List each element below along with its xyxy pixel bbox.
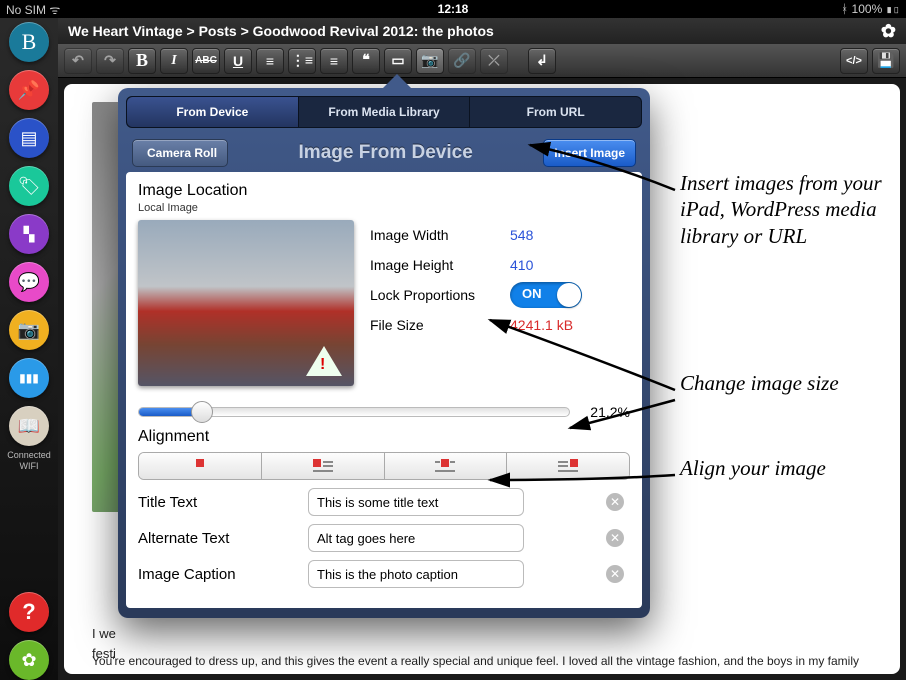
list-ul-button[interactable]: ⋮≡ [288,48,316,74]
annotation-size: Change image size [680,370,900,396]
annotation-insert: Insert images from your iPad, WordPress … [680,170,900,249]
source-tabs: From Device From Media Library From URL [126,96,642,128]
image-button[interactable]: 📷 [416,48,444,74]
alignment-label: Alignment [138,428,630,446]
underline-button[interactable]: U [224,48,252,74]
bold-button[interactable]: B [128,48,156,74]
list-ol-button[interactable]: ≡ [320,48,348,74]
no-sim: No SIM [6,3,46,17]
height-value[interactable]: 410 [510,257,533,273]
image-preview [138,220,354,386]
sidebar-item-camera[interactable]: 📷 [9,310,49,350]
image-insert-popover: From Device From Media Library From URL … [118,88,650,618]
sidebar-item-stats[interactable]: ▮▮▮ [9,358,49,398]
alt-text-input[interactable] [308,524,524,552]
clear-icon[interactable]: ✕ [606,565,624,583]
battery-icon: ▮▯ [886,2,900,16]
breadcrumb: We Heart Vintage > Posts > Goodwood Revi… [58,18,906,44]
editor-text-bottom: You're encouraged to dress up, and this … [92,652,872,670]
height-label: Image Height [370,257,510,273]
lock-proportions-toggle[interactable]: ON [510,282,582,308]
battery-pct: 100% [852,2,883,16]
sidebar: B 📌 ▤ 🏷 ▚ 💬 📷 ▮▮▮ 📖 Connected WIFI ? ✿ [0,18,58,680]
size-percent: 21.2% [570,404,630,420]
editor-toolbar: ↶ ↷ B I ABC U ≡ ⋮≡ ≡ ❝ ▭ 📷 🔗 ⤫ ↲ </> 💾 [58,44,906,78]
insert-image-button[interactable]: Insert Image [543,139,636,167]
align-left-button[interactable] [262,453,385,479]
sidebar-item-blog[interactable]: B [9,22,49,62]
bluetooth-icon: ᚼ [841,2,848,16]
sidebar-item-sitemap[interactable]: ▚ [9,214,49,254]
sidebar-item-pages[interactable]: ▤ [9,118,49,158]
more-button[interactable]: ▭ [384,48,412,74]
width-label: Image Width [370,227,510,243]
caption-input[interactable] [308,560,524,588]
tab-from-device[interactable]: From Device [127,97,299,127]
link-button[interactable]: 🔗 [448,48,476,74]
title-text-input[interactable] [308,488,524,516]
local-image-label: Local Image [138,202,630,214]
sidebar-item-tags[interactable]: 🏷 [9,166,49,206]
undo-icon[interactable]: ↶ [64,48,92,74]
filesize-label: File Size [370,317,510,333]
sidebar-item-pin[interactable]: 📌 [9,70,49,110]
unlink-button[interactable]: ⤫ [480,48,508,74]
sidebar-item-comments[interactable]: 💬 [9,262,49,302]
filesize-value: 4241.1 kB [510,317,573,333]
back-camera-roll-button[interactable]: Camera Roll [132,139,228,167]
align-none-button[interactable] [139,453,262,479]
gear-icon[interactable]: ✿ [881,21,896,42]
lock-label: Lock Proportions [370,287,510,303]
title-text-label: Title Text [138,494,308,511]
size-slider[interactable] [138,407,570,417]
tab-from-url[interactable]: From URL [470,97,641,127]
alignment-segmented [138,452,630,480]
align-right-button[interactable] [507,453,629,479]
sidebar-item-help[interactable]: ? [9,592,49,632]
clear-icon[interactable]: ✕ [606,493,624,511]
alt-text-label: Alternate Text [138,530,308,547]
quote-button[interactable]: ❝ [352,48,380,74]
return-button[interactable]: ↲ [528,48,556,74]
code-button[interactable]: </> [840,48,868,74]
status-bar: No SIM ᯤ 12:18 ᚼ 100% ▮▯ [0,0,906,18]
wifi-icon: ᯤ [49,3,60,17]
image-location-label: Image Location [138,182,630,200]
wifi-label: Connected WIFI [7,450,51,472]
width-value[interactable]: 548 [510,227,533,243]
redo-icon[interactable]: ↷ [96,48,124,74]
popover-title: Image From Device [228,142,543,164]
strike-button[interactable]: ABC [192,48,220,74]
tab-from-library[interactable]: From Media Library [299,97,471,127]
align-button[interactable]: ≡ [256,48,284,74]
caption-label: Image Caption [138,566,308,583]
sidebar-item-wifi[interactable]: 📖 [9,406,49,446]
clear-icon[interactable]: ✕ [606,529,624,547]
italic-button[interactable]: I [160,48,188,74]
status-time: 12:18 [304,2,602,16]
align-center-button[interactable] [385,453,508,479]
sidebar-item-settings[interactable]: ✿ [9,640,49,680]
annotation-align: Align your image [680,455,900,481]
save-button[interactable]: 💾 [872,48,900,74]
